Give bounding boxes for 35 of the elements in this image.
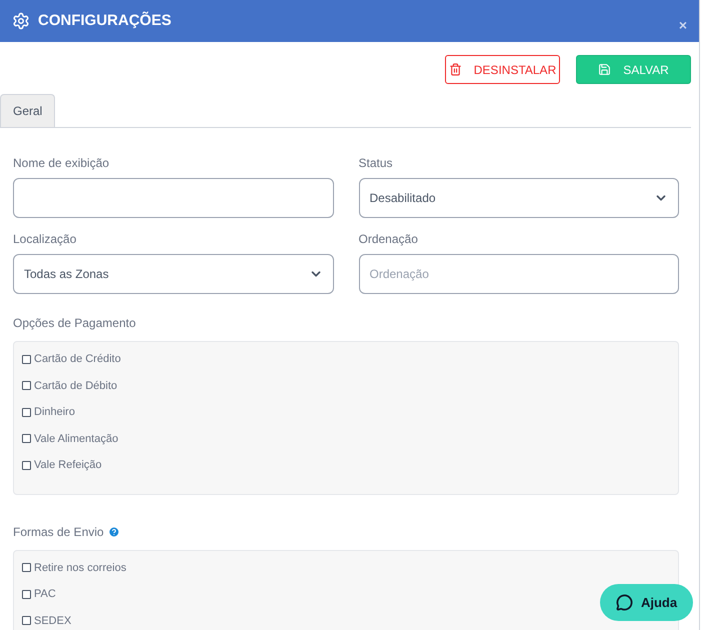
tab[interactable]: Geral <box>0 94 56 127</box>
text-field[interactable] <box>13 178 334 218</box>
checkbox-label: Cartão de Débito <box>34 378 118 394</box>
checkbox[interactable] <box>22 434 31 444</box>
help-icon <box>108 526 120 538</box>
help-chat-button[interactable]: Ajuda <box>600 584 693 621</box>
chat-icon <box>616 594 633 611</box>
select-field[interactable]: Desabilitado <box>358 178 679 218</box>
uninstall-button[interactable]: DESINSTALAR <box>445 55 560 84</box>
field-label: Status <box>358 155 394 172</box>
checkbox[interactable] <box>22 408 31 417</box>
field-label: Ordenação <box>358 231 419 248</box>
checkbox[interactable] <box>22 563 31 572</box>
group-title: Opções de Pagamento <box>13 315 136 332</box>
checkbox-label: Dinheiro <box>34 405 75 420</box>
text-field[interactable]: Ordenação <box>358 254 679 294</box>
checkbox[interactable] <box>22 460 31 470</box>
field-label: Nome de exibição <box>13 155 110 172</box>
settings-icon <box>12 12 30 30</box>
checkbox-label: Vale Refeição <box>34 458 102 473</box>
checkbox[interactable] <box>22 381 31 390</box>
checkbox-label: Vale Alimentação <box>34 432 118 446</box>
window-title: CONFIGURAÇÕES <box>38 10 172 31</box>
save-icon <box>598 63 612 76</box>
checkbox-label: Cartão de Crédito <box>34 352 121 367</box>
checkbox[interactable] <box>22 616 31 626</box>
field-label: Localização <box>13 231 78 248</box>
checkbox-label: Retire nos correios <box>34 560 126 576</box>
trash-icon <box>448 63 462 76</box>
select-field[interactable]: Todas as Zonas <box>13 254 334 294</box>
checkbox[interactable] <box>22 354 31 364</box>
checkbox-label: PAC <box>34 587 56 602</box>
group-title: Formas de Envio <box>13 524 104 540</box>
checkbox-label: SEDEX <box>34 614 72 628</box>
checkbox[interactable] <box>22 590 31 599</box>
